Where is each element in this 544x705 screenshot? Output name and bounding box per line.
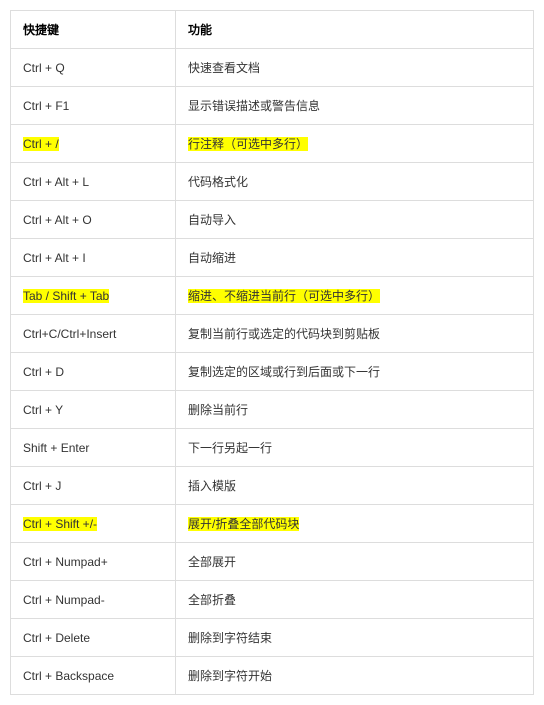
shortcut-text: Ctrl + Alt + I <box>23 251 86 265</box>
shortcut-text: Ctrl + Numpad+ <box>23 555 108 569</box>
shortcut-text: Ctrl + D <box>23 365 64 379</box>
shortcut-cell: Ctrl + Alt + O <box>11 201 176 239</box>
function-text: 复制当前行或选定的代码块到剪贴板 <box>188 327 380 341</box>
shortcut-cell: Tab / Shift + Tab <box>11 277 176 315</box>
function-cell: 复制当前行或选定的代码块到剪贴板 <box>176 315 534 353</box>
table-row: Shift + Enter 下一行另起一行 <box>11 429 534 467</box>
table-row: Ctrl + Y 删除当前行 <box>11 391 534 429</box>
shortcut-text: Ctrl + / <box>23 137 59 151</box>
shortcut-cell: Ctrl + Numpad- <box>11 581 176 619</box>
table-row: Ctrl + Numpad- 全部折叠 <box>11 581 534 619</box>
table-row: Ctrl + Shift +/- 展开/折叠全部代码块 <box>11 505 534 543</box>
function-cell: 自动缩进 <box>176 239 534 277</box>
table-row: Ctrl + / 行注释（可选中多行） <box>11 125 534 163</box>
table-row: Ctrl+C/Ctrl+Insert 复制当前行或选定的代码块到剪贴板 <box>11 315 534 353</box>
shortcut-cell: Shift + Enter <box>11 429 176 467</box>
shortcut-text: Ctrl + Q <box>23 61 65 75</box>
shortcut-text: Ctrl + F1 <box>23 99 69 113</box>
table-row: Ctrl + Alt + I 自动缩进 <box>11 239 534 277</box>
function-text: 复制选定的区域或行到后面或下一行 <box>188 365 380 379</box>
shortcut-text: Ctrl + Alt + L <box>23 175 89 189</box>
table-row: Ctrl + Delete 删除到字符结束 <box>11 619 534 657</box>
shortcut-cell: Ctrl + Q <box>11 49 176 87</box>
function-cell: 删除当前行 <box>176 391 534 429</box>
function-text: 缩进、不缩进当前行（可选中多行） <box>188 289 380 303</box>
table-row: Ctrl + J 插入模版 <box>11 467 534 505</box>
function-text: 全部折叠 <box>188 593 236 607</box>
function-cell: 全部展开 <box>176 543 534 581</box>
header-function: 功能 <box>176 11 534 49</box>
shortcut-text: Ctrl + Delete <box>23 631 90 645</box>
function-text: 自动缩进 <box>188 251 236 265</box>
shortcut-text: Ctrl + Alt + O <box>23 213 92 227</box>
shortcut-table: 快捷键 功能 Ctrl + Q 快速查看文档 Ctrl + F1 显示错误描述或警告信… <box>10 10 534 695</box>
function-text: 代码格式化 <box>188 175 248 189</box>
function-cell: 复制选定的区域或行到后面或下一行 <box>176 353 534 391</box>
function-text: 展开/折叠全部代码块 <box>188 517 299 531</box>
function-text: 自动导入 <box>188 213 236 227</box>
shortcut-cell: Ctrl + D <box>11 353 176 391</box>
function-cell: 全部折叠 <box>176 581 534 619</box>
function-cell: 行注释（可选中多行） <box>176 125 534 163</box>
table-row: Ctrl + Alt + O 自动导入 <box>11 201 534 239</box>
shortcut-cell: Ctrl + / <box>11 125 176 163</box>
table-row: Ctrl + F1 显示错误描述或警告信息 <box>11 87 534 125</box>
shortcut-cell: Ctrl + F1 <box>11 87 176 125</box>
shortcut-text: Ctrl + J <box>23 479 61 493</box>
shortcut-cell: Ctrl + Alt + L <box>11 163 176 201</box>
shortcut-text: Tab / Shift + Tab <box>23 289 109 303</box>
function-cell: 插入模版 <box>176 467 534 505</box>
function-cell: 删除到字符结束 <box>176 619 534 657</box>
function-text: 删除到字符开始 <box>188 669 272 683</box>
function-cell: 快速查看文档 <box>176 49 534 87</box>
function-text: 删除到字符结束 <box>188 631 272 645</box>
function-cell: 代码格式化 <box>176 163 534 201</box>
shortcut-cell: Ctrl + Delete <box>11 619 176 657</box>
shortcut-text: Ctrl + Shift +/- <box>23 517 97 531</box>
function-text: 下一行另起一行 <box>188 441 272 455</box>
function-cell: 展开/折叠全部代码块 <box>176 505 534 543</box>
table-row: Ctrl + D 复制选定的区域或行到后面或下一行 <box>11 353 534 391</box>
table-row: Ctrl + Q 快速查看文档 <box>11 49 534 87</box>
function-text: 全部展开 <box>188 555 236 569</box>
table-row: Ctrl + Alt + L 代码格式化 <box>11 163 534 201</box>
function-cell: 删除到字符开始 <box>176 657 534 695</box>
shortcut-cell: Ctrl + J <box>11 467 176 505</box>
table-header-row: 快捷键 功能 <box>11 11 534 49</box>
function-cell: 下一行另起一行 <box>176 429 534 467</box>
function-text: 快速查看文档 <box>188 61 260 75</box>
function-cell: 自动导入 <box>176 201 534 239</box>
header-shortcut: 快捷键 <box>11 11 176 49</box>
function-text: 插入模版 <box>188 479 236 493</box>
function-text: 显示错误描述或警告信息 <box>188 99 320 113</box>
shortcut-cell: Ctrl + Numpad+ <box>11 543 176 581</box>
shortcut-text: Shift + Enter <box>23 441 89 455</box>
shortcut-cell: Ctrl+C/Ctrl+Insert <box>11 315 176 353</box>
function-text: 删除当前行 <box>188 403 248 417</box>
shortcut-cell: Ctrl + Backspace <box>11 657 176 695</box>
shortcut-text: Ctrl + Backspace <box>23 669 114 683</box>
function-text: 行注释（可选中多行） <box>188 137 308 151</box>
shortcut-text: Ctrl+C/Ctrl+Insert <box>23 327 116 341</box>
shortcut-cell: Ctrl + Y <box>11 391 176 429</box>
function-cell: 缩进、不缩进当前行（可选中多行） <box>176 277 534 315</box>
table-row: Ctrl + Backspace 删除到字符开始 <box>11 657 534 695</box>
shortcut-cell: Ctrl + Alt + I <box>11 239 176 277</box>
table-row: Ctrl + Numpad+ 全部展开 <box>11 543 534 581</box>
function-cell: 显示错误描述或警告信息 <box>176 87 534 125</box>
shortcut-text: Ctrl + Numpad- <box>23 593 105 607</box>
shortcut-cell: Ctrl + Shift +/- <box>11 505 176 543</box>
table-row: Tab / Shift + Tab 缩进、不缩进当前行（可选中多行） <box>11 277 534 315</box>
shortcut-text: Ctrl + Y <box>23 403 63 417</box>
